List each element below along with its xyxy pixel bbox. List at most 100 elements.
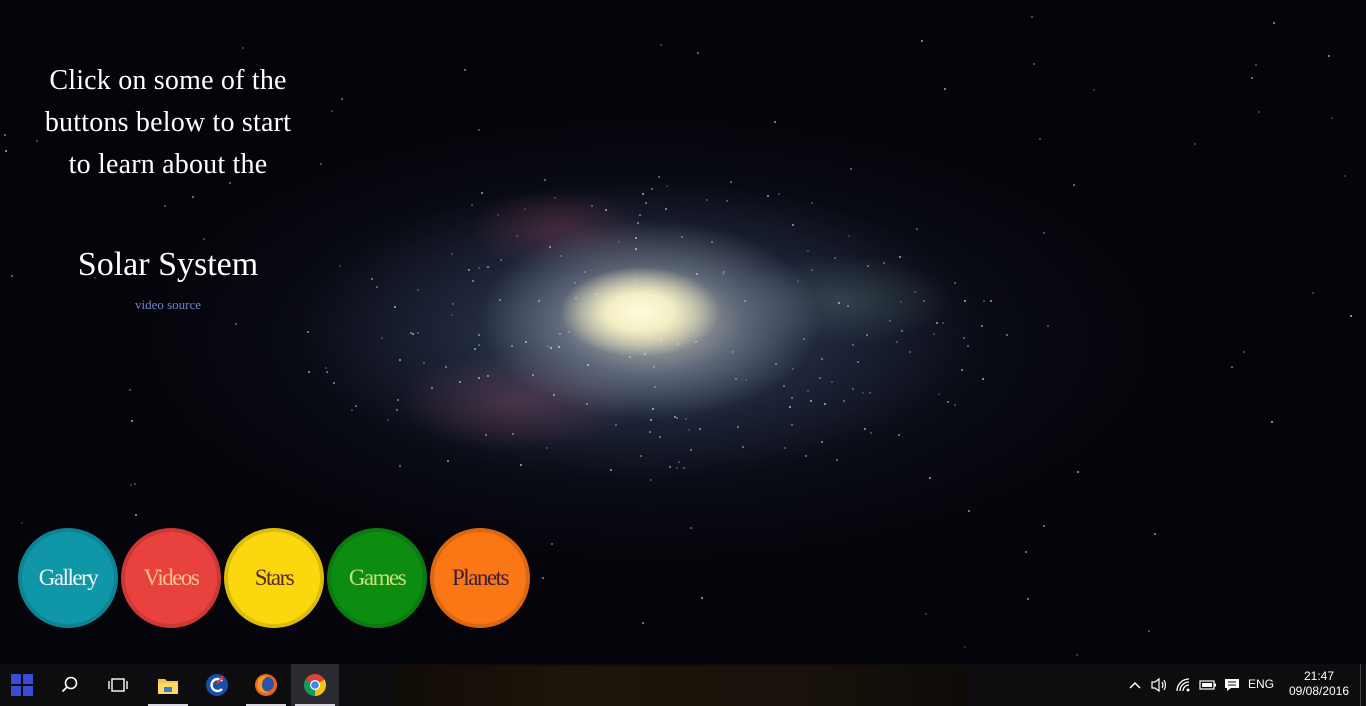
star-dot [868, 392, 871, 395]
star-dot [792, 224, 795, 227]
star-dot [962, 337, 965, 340]
star-dot [961, 368, 964, 371]
input-language-indicator[interactable]: ENG [1248, 677, 1274, 691]
star-dot [838, 302, 841, 305]
star-dot [819, 376, 822, 379]
planets-button[interactable]: Planets [430, 528, 530, 628]
star-dot [1005, 333, 1008, 336]
clock[interactable]: 21:47 09/08/2016 [1284, 669, 1354, 699]
star-dot [554, 196, 557, 199]
chevron-up-icon [1129, 681, 1141, 689]
taskbar-preview-area [393, 666, 969, 706]
star-dot [699, 427, 702, 430]
ccleaner-icon [206, 674, 228, 696]
games-button[interactable]: Games [327, 528, 427, 628]
star-dot [325, 366, 328, 369]
star-dot [478, 129, 481, 132]
star-dot [399, 358, 402, 361]
star-dot [1092, 88, 1095, 91]
star-dot [393, 306, 396, 309]
firefox-button[interactable] [242, 664, 290, 706]
star-dot [729, 181, 732, 184]
star-dot [852, 343, 855, 346]
star-dot [642, 192, 645, 195]
star-dot [1242, 350, 1245, 353]
file-explorer-button[interactable] [144, 664, 192, 706]
videos-button[interactable]: Videos [121, 528, 221, 628]
star-dot [560, 255, 563, 258]
star-dot [802, 337, 805, 340]
star-dot [981, 325, 984, 328]
clock-time: 21:47 [1303, 669, 1335, 683]
battery-button[interactable] [1198, 675, 1218, 695]
star-dot [782, 384, 785, 387]
star-dot [883, 262, 886, 265]
star-dot [1231, 365, 1234, 368]
star-dot [864, 427, 867, 430]
star-dot [821, 441, 824, 443]
star-dot [10, 275, 13, 278]
star-dot [520, 463, 523, 466]
star-dot [953, 403, 956, 406]
star-dot [574, 296, 577, 299]
star-dot [133, 482, 136, 485]
star-dot [683, 466, 686, 469]
network-button[interactable] [1174, 675, 1194, 695]
battery-icon [1199, 680, 1216, 690]
star-dot [810, 400, 813, 403]
chrome-button[interactable] [291, 664, 339, 706]
gallery-button[interactable]: Gallery [18, 528, 118, 628]
star-dot [640, 290, 643, 293]
star-dot [1077, 470, 1080, 473]
star-dot [531, 374, 534, 377]
star-dot [640, 455, 643, 458]
start-button[interactable] [0, 664, 44, 706]
clock-date: 09/08/2016 [1288, 684, 1350, 698]
star-dot [789, 406, 792, 409]
star-dot [1331, 117, 1334, 120]
star-dot [666, 184, 669, 187]
star-dot [1343, 174, 1346, 177]
star-dot [659, 43, 662, 46]
star-dot [350, 408, 353, 411]
star-dot [396, 399, 399, 402]
star-dot [725, 199, 728, 202]
star-dot [547, 344, 550, 347]
volume-button[interactable] [1149, 675, 1169, 695]
star-dot [915, 228, 918, 231]
star-dot [399, 464, 402, 467]
star-dot [867, 265, 870, 268]
star-dot [852, 388, 855, 391]
chrome-icon [304, 674, 326, 696]
star-dot [371, 277, 374, 280]
search-button[interactable] [46, 664, 94, 706]
star-dot [842, 400, 845, 402]
star-dot [416, 332, 419, 335]
star-dot [129, 389, 132, 392]
action-center-button[interactable] [1222, 675, 1242, 695]
star-dot [135, 514, 138, 517]
star-dot [834, 256, 837, 259]
show-hidden-icons-button[interactable] [1125, 675, 1145, 695]
star-dot [658, 176, 661, 179]
video-source-link[interactable]: video source [20, 297, 316, 313]
ccleaner-button[interactable] [193, 664, 241, 706]
star-dot [824, 403, 827, 406]
intro-line-3: to learn about the [68, 149, 268, 180]
star-dot [567, 331, 570, 334]
star-dot [1030, 16, 1033, 19]
star-dot [634, 279, 637, 282]
star-dot [487, 375, 490, 378]
star-dot [458, 380, 461, 383]
show-desktop-button[interactable] [1360, 664, 1366, 706]
star-dot [387, 418, 390, 421]
star-dot [777, 192, 780, 195]
star-dot [464, 69, 467, 72]
star-dot [446, 459, 449, 462]
star-dot [590, 204, 593, 207]
stars-button[interactable]: Stars [224, 528, 324, 628]
star-dot [645, 201, 648, 204]
task-view-button[interactable] [94, 664, 142, 706]
star-dot [920, 39, 923, 42]
star-dot [701, 597, 704, 600]
